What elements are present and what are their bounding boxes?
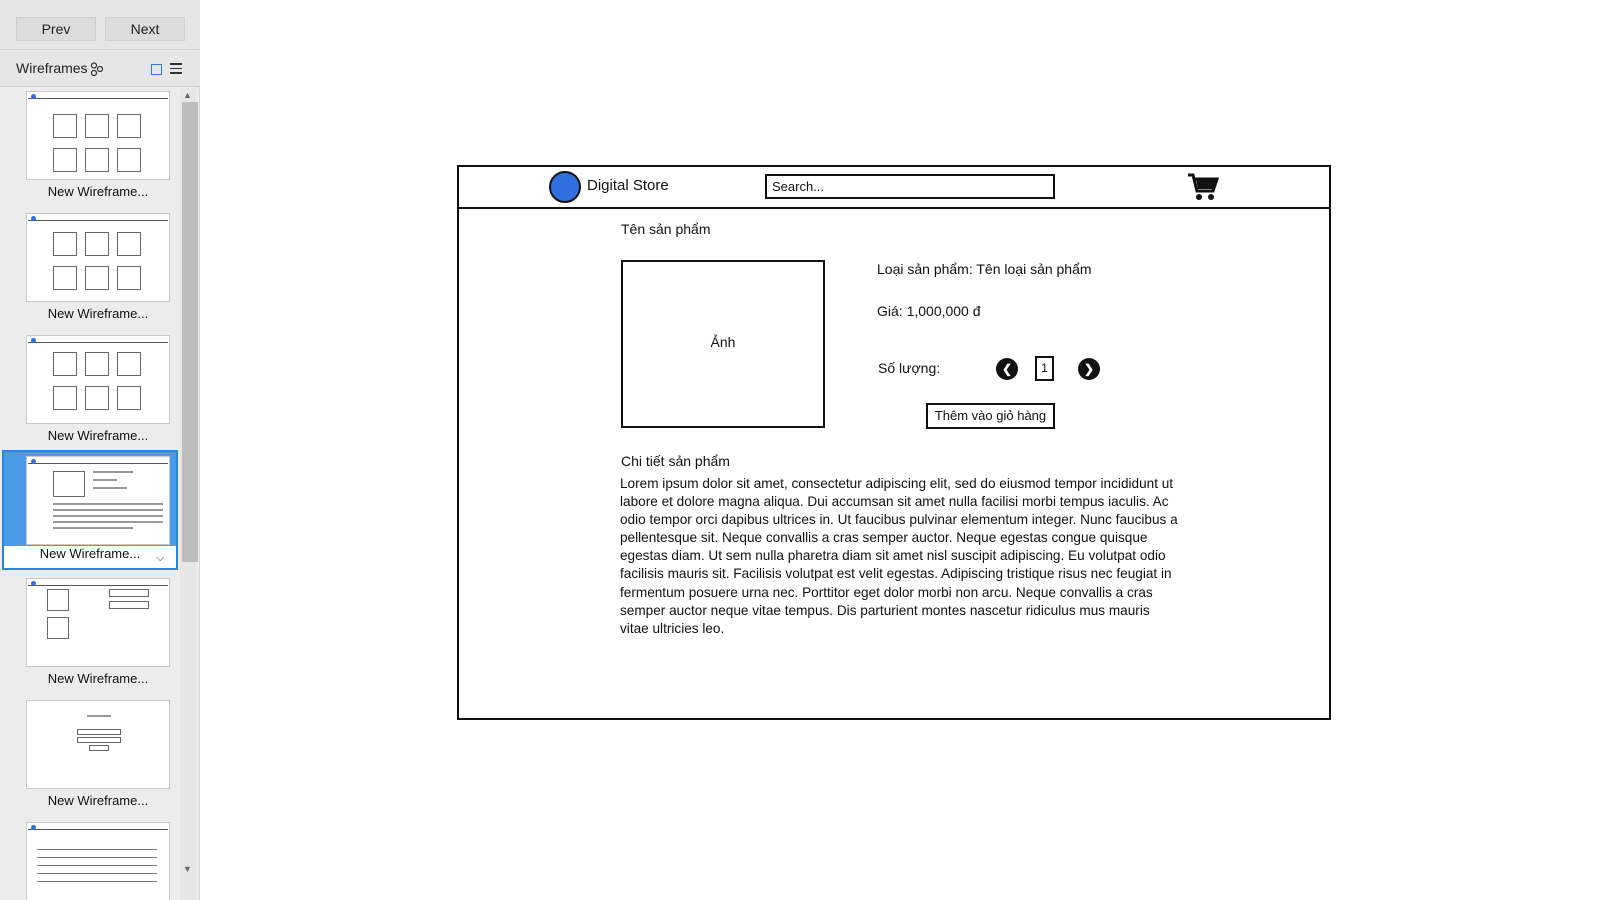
wireframe-canvas: Digital Store Tên sản phẩm Ảnh Loại sản …	[457, 165, 1331, 720]
scroll-down-icon[interactable]: ▼	[183, 864, 192, 874]
thumbnail-preview	[26, 822, 170, 900]
logo-icon	[549, 171, 581, 203]
grid-view-icon[interactable]	[151, 64, 162, 75]
product-category: Loại sản phẩm: Tên loại sản phẩm	[877, 261, 1092, 277]
store-header: Digital Store	[459, 167, 1329, 209]
thumbnail-label: New Wireframe...	[47, 428, 149, 443]
wireframe-thumbnail[interactable]	[0, 819, 178, 900]
product-image-placeholder: Ảnh	[621, 260, 825, 428]
detail-heading: Chi tiết sản phẩm	[621, 453, 730, 469]
quantity-field[interactable]: 1	[1035, 356, 1054, 381]
list-view-icon[interactable]	[170, 63, 182, 75]
thumbnail-preview	[26, 335, 170, 424]
wireframes-sidebar: Prev Next Wireframes New Wireframe... Ne…	[0, 0, 200, 900]
nav-bar: Prev Next	[0, 0, 200, 50]
wireframe-thumbnail-selected[interactable]: New Wireframe... ⌵	[2, 450, 178, 570]
store-name: Digital Store	[587, 177, 669, 194]
scroll-up-icon[interactable]: ▲	[183, 90, 192, 100]
thumbnail-label: New Wireframe...	[39, 546, 141, 561]
next-button[interactable]: Next	[105, 17, 185, 41]
prev-button[interactable]: Prev	[16, 17, 96, 41]
chevron-right-icon[interactable]: ❯	[1078, 358, 1100, 380]
thumbnail-preview	[26, 700, 170, 789]
wireframe-thumbnail-list: New Wireframe... New Wireframe... New Wi…	[0, 88, 180, 900]
chevron-down-icon[interactable]: ⌵	[156, 552, 164, 565]
cart-icon[interactable]	[1187, 173, 1220, 201]
link-icon[interactable]	[90, 62, 104, 77]
thumbnail-scrollbar[interactable]: ▲ ▼	[180, 88, 198, 900]
panel-title: Wireframes	[16, 60, 88, 76]
thumbnail-preview	[26, 578, 170, 667]
wireframe-thumbnail[interactable]: New Wireframe...	[0, 332, 178, 452]
wireframe-thumbnail[interactable]: New Wireframe...	[0, 88, 178, 208]
thumbnail-label: New Wireframe...	[47, 184, 149, 199]
wireframe-thumbnail[interactable]: New Wireframe...	[0, 210, 178, 330]
thumbnail-label: New Wireframe...	[47, 793, 149, 808]
scroll-thumb[interactable]	[182, 102, 198, 562]
quantity-label: Số lượng:	[878, 360, 941, 376]
add-to-cart-button[interactable]: Thêm vào giỏ hàng	[926, 403, 1055, 429]
thumbnail-preview	[26, 91, 170, 180]
product-description: Lorem ipsum dolor sit amet, consectetur …	[620, 476, 1178, 636]
thumbnail-preview	[26, 456, 170, 545]
wireframe-thumbnail[interactable]: New Wireframe...	[0, 697, 178, 817]
chevron-left-icon[interactable]: ❮	[996, 358, 1018, 380]
wireframe-thumbnail[interactable]: New Wireframe...	[0, 575, 178, 695]
panel-header: Wireframes	[0, 51, 200, 87]
thumbnail-label: New Wireframe...	[47, 306, 149, 321]
image-label: Ảnh	[710, 334, 736, 350]
thumbnail-preview	[26, 213, 170, 302]
search-input[interactable]	[765, 174, 1055, 199]
product-price: Giá: 1,000,000 đ	[877, 303, 981, 319]
product-name: Tên sản phẩm	[621, 221, 711, 237]
thumbnail-label: New Wireframe...	[47, 671, 149, 686]
